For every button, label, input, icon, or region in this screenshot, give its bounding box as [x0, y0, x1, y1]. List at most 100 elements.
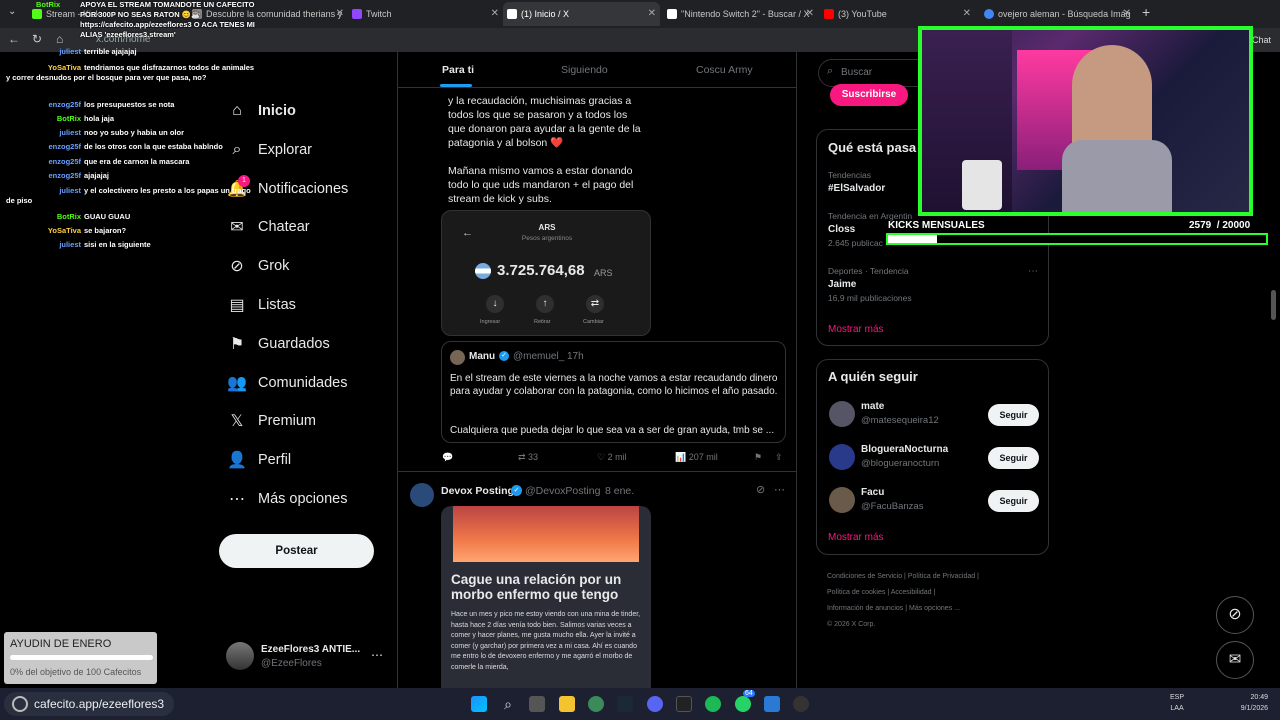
obs-icon[interactable] — [793, 696, 809, 712]
follow-button[interactable]: Seguir — [988, 404, 1039, 426]
chat-username[interactable]: juliest — [6, 47, 81, 57]
close-icon[interactable]: ✕ — [963, 2, 971, 26]
clock[interactable]: 20:49 9/1/2026 — [1222, 692, 1268, 714]
chat-username[interactable]: juliest — [6, 240, 81, 250]
nav-item-más-opciones[interactable]: ⋯ Más opciones — [226, 481, 347, 517]
post-button[interactable]: Postear — [219, 534, 374, 568]
start-icon[interactable] — [471, 696, 487, 712]
more-icon[interactable]: ⋯ — [774, 483, 785, 496]
nav-item-guardados[interactable]: ⚑ Guardados — [226, 326, 330, 362]
show-more-link[interactable]: Mostrar más — [828, 324, 884, 335]
search-icon[interactable]: ⌕ — [500, 696, 516, 712]
chat-username[interactable]: YoSaTiva — [6, 226, 81, 236]
chat-message: YoSaTiva tendriamos que disfrazarnos todo… — [6, 63, 256, 83]
close-icon[interactable]: ✕ — [336, 2, 344, 26]
nav-item-perfil[interactable]: 👤 Perfil — [226, 442, 291, 478]
chat-username[interactable]: juliest — [6, 186, 81, 196]
nav-label: Explorar — [258, 141, 312, 158]
x-logo-icon — [667, 9, 677, 19]
suggestion-name: BlogueraNocturna — [861, 444, 949, 455]
grok-icon[interactable]: ⊘ — [756, 483, 765, 496]
wallet-currency-name: Pesos argentinos — [521, 235, 573, 242]
kicks-progress-fill — [888, 235, 937, 243]
avatar[interactable] — [410, 483, 434, 507]
account-switcher[interactable]: EzeeFlores3 ANTIE... @EzeeFlores ⋯ — [226, 642, 396, 672]
task-view-icon[interactable] — [529, 696, 545, 712]
tweet-media-image[interactable]: Cague una relación por un morbo enfermo … — [441, 506, 651, 688]
bookmark-icon[interactable]: ⚑ — [754, 452, 762, 463]
tab-para-ti[interactable]: Para ti — [442, 64, 474, 76]
footer-link[interactable]: Política de Privacidad — [908, 573, 975, 580]
footer-link[interactable]: Accesibilidad — [891, 589, 932, 596]
new-tab-button[interactable]: + — [1142, 4, 1150, 20]
chat-username[interactable]: BotRix — [6, 114, 81, 124]
retweet-button[interactable]: ⇄ 33 — [518, 452, 538, 463]
chat-username[interactable]: enzog25f — [6, 100, 81, 110]
chat-username[interactable]: YoSaTiva — [6, 63, 81, 73]
whatsapp-icon[interactable] — [735, 696, 751, 712]
steam-icon[interactable] — [617, 696, 633, 712]
show-more-link[interactable]: Mostrar más — [828, 532, 884, 543]
tab-coscu-army[interactable]: Coscu Army — [696, 64, 753, 76]
terminal-icon[interactable] — [676, 696, 692, 712]
trend-item[interactable]: Deportes · Tendencia Jaime 16,9 mil publ… — [828, 266, 1038, 303]
share-icon[interactable]: ⇪ — [775, 452, 783, 463]
goal-title: AYUDIN DE ENERO — [10, 638, 112, 650]
chat-text: se bajaron? — [84, 226, 127, 235]
discord-icon[interactable] — [647, 696, 663, 712]
close-icon[interactable]: ✕ — [1123, 2, 1131, 26]
tweet-time: 8 ene. — [605, 485, 635, 497]
grok-float-button[interactable]: ⊘ — [1216, 596, 1254, 634]
follow-suggestion[interactable]: mate @matesequeira12 Seguir — [829, 396, 1039, 436]
suggestion-handle: @blogueranocturn — [861, 458, 940, 469]
chat-username[interactable]: BotRix — [6, 212, 81, 222]
reply-icon[interactable]: 💬 — [442, 452, 453, 463]
tab-siguiendo[interactable]: Siguiendo — [561, 64, 608, 76]
follow-suggestion[interactable]: Facu @FacuBanzas Seguir — [829, 482, 1039, 522]
nav-item-listas[interactable]: ▤ Listas — [226, 287, 295, 323]
messages-float-button[interactable]: ✉ — [1216, 641, 1254, 679]
file-explorer-icon[interactable] — [559, 696, 575, 712]
close-icon[interactable]: ✕ — [806, 2, 814, 26]
close-icon[interactable]: ✕ — [491, 2, 499, 26]
chat-button[interactable]: Chat — [1252, 35, 1271, 45]
nav-item-premium[interactable]: 𝕏 Premium — [226, 403, 316, 439]
footer-link[interactable]: Información de anuncios — [827, 605, 903, 612]
follow-button[interactable]: Seguir — [988, 447, 1039, 469]
stream-chat-overlay: APOYA EL STREAM TOMANDOTE UN CAFECITO PO… — [0, 0, 260, 260]
tab-twitch[interactable]: Twitch ✕ — [348, 2, 503, 26]
quoted-tweet[interactable]: Manu ✓ @memuel_ 17h En el stream de este… — [441, 341, 786, 443]
browser-icon[interactable] — [588, 696, 604, 712]
chat-username[interactable]: enzog25f — [6, 142, 81, 152]
tab-x-home[interactable]: (1) Inicio / X ✕ — [503, 2, 660, 26]
cafecito-link-widget[interactable]: cafecito.app/ezeeflores3 — [4, 692, 174, 716]
footer-link[interactable]: Más opciones ... — [909, 605, 960, 612]
more-icon[interactable]: ⋯ — [1028, 266, 1038, 277]
tab-x-search[interactable]: "Nintendo Switch 2" - Buscar / X ✕ — [663, 2, 818, 26]
subscribe-button[interactable]: Suscribirse — [830, 84, 908, 106]
language-indicator[interactable]: ESP LAA — [1170, 692, 1184, 714]
scrollbar-thumb[interactable] — [1271, 290, 1276, 320]
windows-taskbar: cafecito.app/ezeeflores3 ⌕ 64 ESP LAA 20:… — [0, 688, 1280, 720]
views-button[interactable]: 📊 207 mil — [675, 452, 718, 463]
chat-username[interactable]: enzog25f — [6, 157, 81, 167]
tab-youtube[interactable]: (3) YouTube ✕ — [820, 2, 975, 26]
tweet-media-wallet[interactable]: ← ARS Pesos argentinos 3.725.764,68 ARS … — [441, 210, 651, 336]
app-icon[interactable] — [764, 696, 780, 712]
close-icon[interactable]: ✕ — [648, 2, 656, 26]
more-icon[interactable]: ⋯ — [371, 648, 383, 662]
spotify-icon[interactable] — [705, 696, 721, 712]
like-button[interactable]: ♡ 2 mil — [597, 452, 627, 463]
footer-link[interactable]: Condiciones de Servicio — [827, 573, 902, 580]
nav-item-comunidades[interactable]: 👥 Comunidades — [226, 365, 347, 401]
wallet-action-label: Retirar — [534, 319, 551, 325]
follow-button[interactable]: Seguir — [988, 490, 1039, 512]
chat-username[interactable]: BotRix — [36, 0, 60, 10]
footer-link[interactable]: Política de cookies — [827, 589, 885, 596]
tab-google-images[interactable]: ovejero aleman - Búsqueda Imág ✕ — [980, 2, 1135, 26]
chat-username[interactable]: juliest — [6, 128, 81, 138]
chat-username[interactable]: enzog25f — [6, 171, 81, 181]
chat-message: juliest noo yo subo y habia un olor — [6, 128, 256, 138]
avatar — [226, 642, 254, 670]
follow-suggestion[interactable]: BlogueraNocturna @blogueranocturn Seguir — [829, 439, 1039, 479]
